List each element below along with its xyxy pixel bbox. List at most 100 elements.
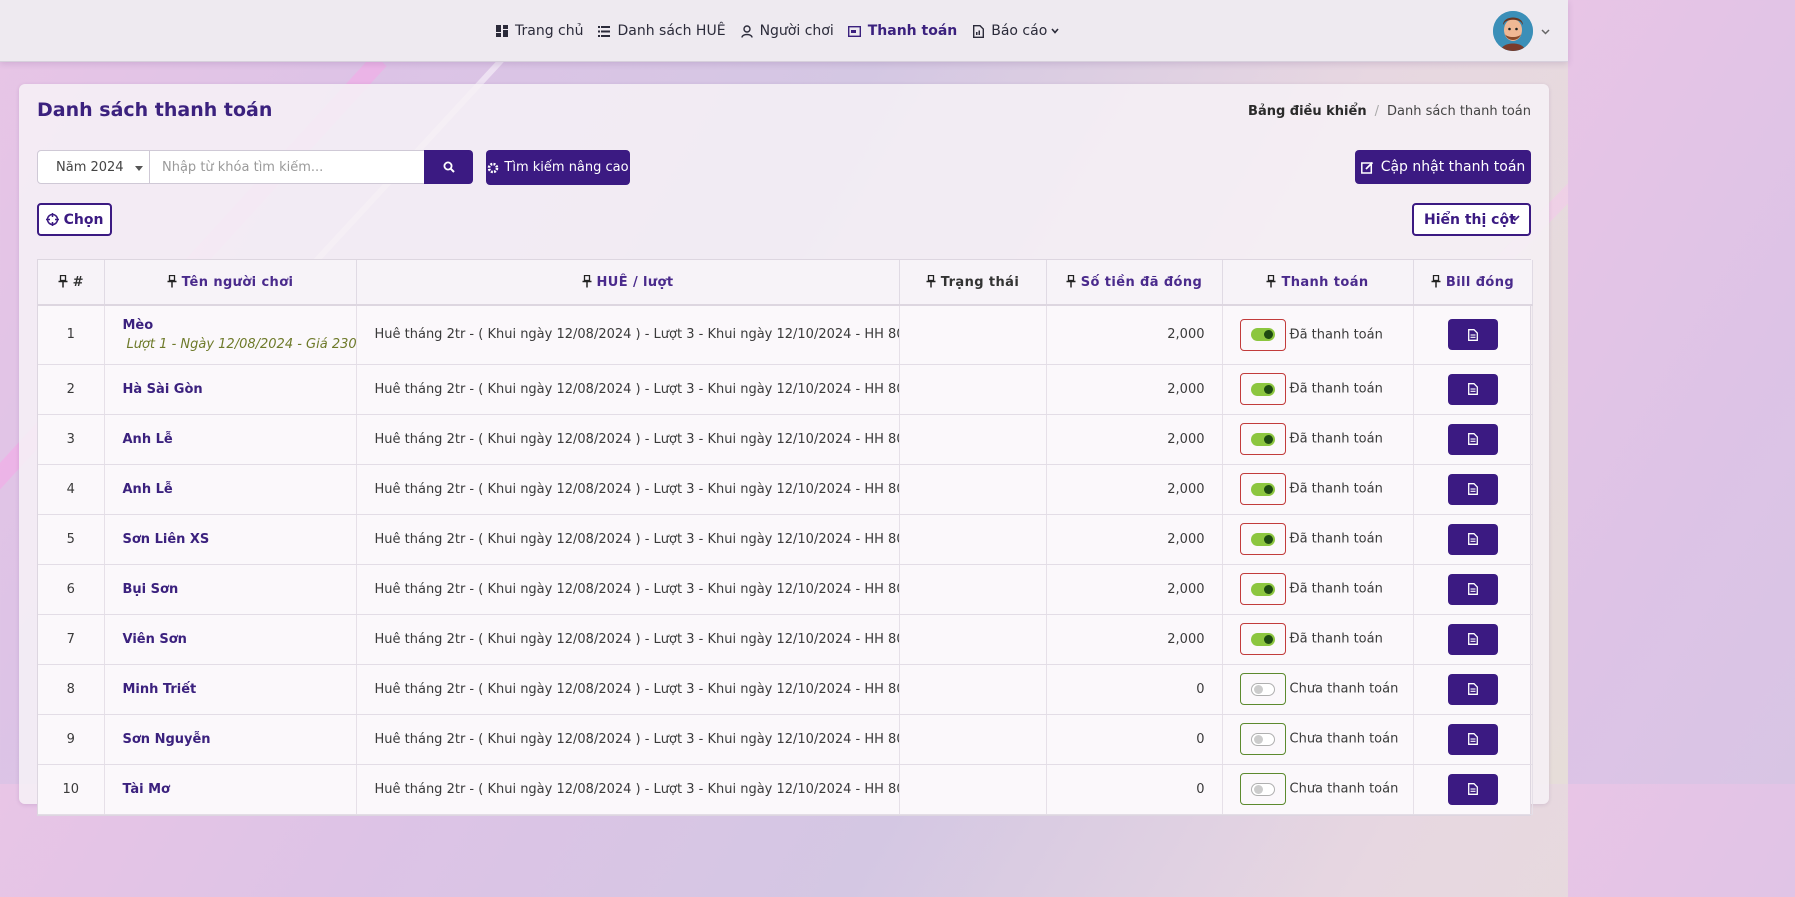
player-name-cell[interactable]: Hà Sài Gòn [104,364,357,415]
toggle-switch[interactable] [1250,328,1275,342]
column-header-player-name[interactable]: Tên người chơi [104,260,357,306]
player-name-cell[interactable]: Minh Triết [104,664,357,715]
user-icon [740,24,754,38]
update-payment-button[interactable]: Cập nhật thanh toán [1355,150,1531,184]
player-name[interactable]: Sơn Nguyễn [123,732,211,747]
player-name-cell[interactable]: Viên Sơn [104,614,357,665]
row-index: 6 [38,564,105,615]
bill-cell [1413,614,1533,665]
amount-cell: 2,000 [1046,464,1223,515]
payment-toggle[interactable] [1239,473,1286,505]
toggle-switch[interactable] [1250,432,1275,446]
player-name-cell[interactable]: Anh Lễ [104,414,357,465]
show-columns-label: Hiển thị cột [1424,211,1516,228]
player-name[interactable]: Hà Sài Gòn [123,382,203,397]
pin-icon[interactable] [1266,274,1276,288]
table-row[interactable]: 10 Tài Mơ Huê tháng 2tr - ( Khui ngày 12/0… [38,764,1533,815]
table-row[interactable]: 3 Anh Lễ Huê tháng 2tr - ( Khui ngày 12/08… [38,414,1533,465]
bill-button[interactable] [1447,523,1498,555]
show-columns-button[interactable]: Hiển thị cột [1412,203,1531,236]
nav-item-players[interactable]: Người chơi [740,23,834,39]
payment-toggle[interactable] [1239,573,1286,605]
bill-button[interactable] [1447,573,1498,605]
bill-button[interactable] [1447,319,1498,351]
column-header-label: # [72,274,84,290]
amount-cell: 0 [1046,664,1223,715]
pin-icon[interactable] [167,274,177,288]
player-name-cell[interactable]: Anh Lễ [104,464,357,515]
pin-icon[interactable] [926,274,936,288]
toggle-switch[interactable] [1250,532,1275,546]
bill-button[interactable] [1447,723,1498,755]
player-name-cell[interactable]: Bụi Sơn [104,564,357,615]
search-button[interactable] [424,150,473,184]
bill-button[interactable] [1447,423,1498,455]
payment-cell: Chưa thanh toán [1222,664,1414,715]
table-row[interactable]: 1 Mèo Lượt 1 - Ngày 12/08/2024 - Giá 230 Hu… [38,305,1533,365]
chevron-down-icon[interactable] [1541,24,1550,39]
payment-toggle[interactable] [1239,423,1286,455]
table-row[interactable]: 4 Anh Lễ Huê tháng 2tr - ( Khui ngày 12/08… [38,464,1533,515]
year-select[interactable]: Năm 2024 [37,150,150,184]
bill-button[interactable] [1447,473,1498,505]
file-icon [1467,583,1478,595]
player-name[interactable]: Viên Sơn [123,632,187,647]
player-name-cell[interactable]: Sơn Nguyễn [104,714,357,765]
bill-button[interactable] [1447,373,1498,405]
payment-toggle[interactable] [1239,373,1286,405]
player-name[interactable]: Minh Triết [123,682,197,697]
payment-toggle[interactable] [1239,623,1286,655]
pin-icon[interactable] [582,274,592,288]
payment-toggle[interactable] [1239,318,1286,351]
toggle-switch[interactable] [1250,682,1275,696]
toggle-switch[interactable] [1250,782,1275,796]
column-header-payment[interactable]: Thanh toán [1222,260,1414,306]
pin-icon[interactable] [1431,274,1441,288]
payment-toggle[interactable] [1239,773,1286,805]
column-header-status[interactable]: Trạng thái [899,260,1047,306]
player-name-cell[interactable]: Mèo Lượt 1 - Ngày 12/08/2024 - Giá 230 [104,305,357,365]
nav-item-home[interactable]: Trang chủ [495,23,583,39]
status-cell [899,514,1047,565]
nav-item-payments[interactable]: Thanh toán [848,23,957,39]
column-header-hue-turn[interactable]: HUÊ / lượt [356,260,900,306]
table-row[interactable]: 7 Viên Sơn Huê tháng 2tr - ( Khui ngày 12/… [38,614,1533,665]
table-row[interactable]: 9 Sơn Nguyễn Huê tháng 2tr - ( Khui ngày 1… [38,714,1533,765]
payment-toggle[interactable] [1239,523,1286,555]
breadcrumb-link-dashboard[interactable]: Bảng điều khiển [1248,104,1367,119]
toggle-switch[interactable] [1250,632,1275,646]
choose-button[interactable]: Chọn [37,203,112,236]
table-row[interactable]: 8 Minh Triết Huê tháng 2tr - ( Khui ngày 1… [38,664,1533,715]
payment-toggle[interactable] [1239,723,1286,755]
column-header-amount[interactable]: Số tiền đã đóng [1046,260,1223,306]
advanced-search-button[interactable]: Tìm kiếm nâng cao [486,150,630,185]
search-input[interactable] [149,150,425,184]
pin-icon[interactable] [58,274,68,288]
avatar[interactable] [1493,11,1533,51]
player-name[interactable]: Tài Mơ [123,782,170,797]
column-header-index[interactable]: # [38,260,105,306]
toggle-switch[interactable] [1250,582,1275,596]
player-name-cell[interactable]: Sơn Liên XS [104,514,357,565]
player-name-cell[interactable]: Tài Mơ [104,764,357,815]
nav-item-hue-list[interactable]: Danh sách HUÊ [597,23,726,39]
player-name[interactable]: Sơn Liên XS [123,532,210,547]
payment-status-label: Đã thanh toán [1289,431,1383,447]
payment-toggle[interactable] [1239,673,1286,705]
toggle-switch[interactable] [1250,482,1275,496]
table-row[interactable]: 6 Bụi Sơn Huê tháng 2tr - ( Khui ngày 12/0… [38,564,1533,615]
toggle-switch[interactable] [1250,382,1275,396]
table-row[interactable]: 2 Hà Sài Gòn Huê tháng 2tr - ( Khui ngày 1… [38,364,1533,415]
bill-button[interactable] [1447,673,1498,705]
bill-button[interactable] [1447,623,1498,655]
nav-item-reports[interactable]: Báo cáo [971,23,1059,39]
column-header-bill[interactable]: Bill đóng [1413,260,1533,306]
bill-button[interactable] [1447,773,1498,805]
player-name[interactable]: Anh Lễ [123,482,173,497]
player-name[interactable]: Mèo [123,318,154,333]
player-name[interactable]: Anh Lễ [123,432,173,447]
table-row[interactable]: 5 Sơn Liên XS Huê tháng 2tr - ( Khui ngày … [38,514,1533,565]
toggle-switch[interactable] [1250,732,1275,746]
pin-icon[interactable] [1066,274,1076,288]
player-name[interactable]: Bụi Sơn [123,582,179,597]
